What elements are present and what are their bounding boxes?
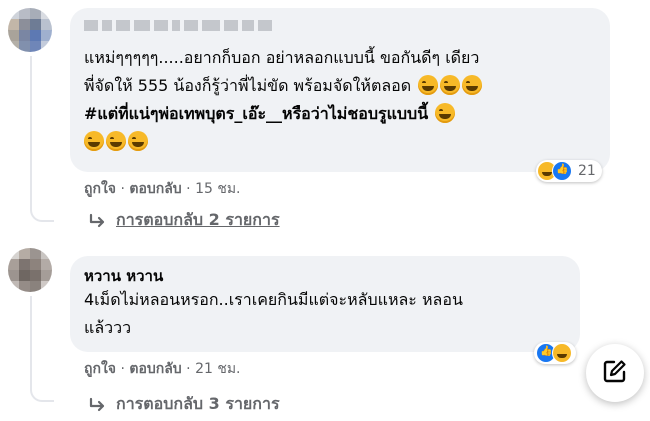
grin-emoji [128, 131, 148, 151]
comment-line-2: แล้ววว [84, 318, 132, 337]
comment-line: 4เม็ดไม่หลอนหรอก..เราเคยกินมีแต่จะหลับแห… [84, 290, 463, 309]
haha-reaction-icon [552, 343, 572, 363]
comment-text: แหม่ๆๆๆๆๆ.....อยากก็บอก อย่าหลอกแบบนี้ ข… [84, 44, 483, 156]
comment-actions: ถูกใจ · ตอบกลับ · 15 ชม. [84, 178, 241, 200]
grin-emoji [462, 75, 483, 95]
thread-curve [30, 196, 54, 222]
compose-button[interactable] [586, 344, 644, 402]
comment-bubble: แหม่ๆๆๆๆๆ.....อยากก็บอก อย่าหลอกแบบนี้ ข… [70, 8, 610, 172]
like-button[interactable]: ถูกใจ [84, 361, 116, 377]
comment-text: 4เม็ดไม่หลอนหรอก..เราเคยกินมีแต่จะหลับแห… [84, 286, 463, 342]
like-button[interactable]: ถูกใจ [84, 181, 116, 197]
comment-line-2: พี่จัดให้ 555 น้องก็รู้ว่าพี่ไม่ขัด พร้อ… [84, 72, 483, 100]
reply-button[interactable]: ตอบกลับ [129, 181, 181, 197]
compose-icon [602, 358, 628, 388]
grin-emoji [84, 131, 104, 151]
comment-line: แหม่ๆๆๆๆๆ.....อยากก็บอก อย่าหลอกแบบนี้ ข… [84, 48, 480, 67]
hashtag-link[interactable]: #แต่ที่แน่ๆพ่อเทพบุตร_เอ๊ะ__หรือว่าไม่ชอ… [84, 104, 428, 123]
timestamp[interactable]: 21 ชม. [195, 361, 240, 377]
like-reaction-icon [552, 161, 572, 181]
separator: · [186, 181, 191, 197]
separator: · [120, 181, 125, 197]
reply-button[interactable]: ตอบกลับ [129, 361, 181, 377]
grin-emoji [435, 103, 456, 123]
author-name-blurred[interactable] [84, 20, 272, 31]
thread-line [30, 56, 32, 202]
grin-emoji [440, 75, 461, 95]
timestamp[interactable]: 15 ชม. [195, 181, 240, 197]
reaction-summary[interactable] [534, 342, 576, 364]
avatar[interactable] [8, 8, 52, 52]
thread-curve [30, 376, 54, 402]
thread-line [30, 296, 32, 382]
author-name[interactable]: หวาน หวาน [84, 264, 163, 288]
view-replies-label: การตอบกลับ 3 รายการ [116, 394, 280, 413]
reply-arrow-icon [88, 397, 108, 413]
view-replies-link[interactable]: การตอบกลับ 3 รายการ [88, 392, 280, 417]
reaction-count: 21 [578, 163, 596, 179]
grin-emoji [418, 75, 439, 95]
hashtag-line: #แต่ที่แน่ๆพ่อเทพบุตร_เอ๊ะ__หรือว่าไม่ชอ… [84, 100, 482, 128]
reaction-summary[interactable]: 21 [536, 160, 602, 182]
reply-arrow-icon [88, 213, 108, 229]
emoji-line [84, 128, 482, 156]
separator: · [186, 361, 191, 377]
comment-actions: ถูกใจ · ตอบกลับ · 21 ชม. [84, 358, 241, 380]
comment-bubble: หวาน หวาน 4เม็ดไม่หลอนหรอก..เราเคยกินมีแ… [70, 256, 580, 352]
view-replies-link[interactable]: การตอบกลับ 2 รายการ [88, 208, 280, 233]
view-replies-label: การตอบกลับ 2 รายการ [116, 210, 280, 229]
separator: · [120, 361, 125, 377]
avatar[interactable] [8, 248, 52, 292]
grin-emoji [106, 131, 126, 151]
